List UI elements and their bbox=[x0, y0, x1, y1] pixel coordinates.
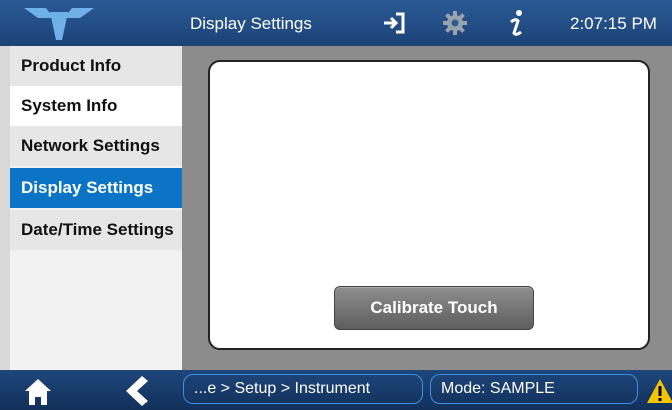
clock: 2:07:15 PM bbox=[570, 14, 657, 33]
sidebar-item-system-info[interactable]: System Info bbox=[10, 86, 182, 126]
sidebar-item-date-time-settings[interactable]: Date/Time Settings bbox=[10, 210, 182, 250]
main-content: Calibrate Touch bbox=[182, 46, 672, 370]
breadcrumb[interactable]: ...e > Setup > Instrument bbox=[183, 374, 423, 404]
left-edge bbox=[0, 46, 10, 370]
sidebar-item-product-info[interactable]: Product Info bbox=[10, 46, 182, 86]
back-icon[interactable] bbox=[126, 376, 148, 406]
mode-indicator[interactable]: Mode: SAMPLE bbox=[430, 374, 638, 404]
touch-calibration-panel: Calibrate Touch bbox=[208, 60, 650, 350]
page-title: Display Settings bbox=[190, 14, 312, 33]
sidebar: Product Info System Info Network Setting… bbox=[10, 46, 182, 370]
teledyne-logo-icon bbox=[24, 8, 94, 40]
gear-icon[interactable] bbox=[442, 10, 468, 36]
top-bar: Display Settings 2:07:15 PM bbox=[0, 0, 672, 46]
info-icon[interactable] bbox=[506, 8, 526, 38]
calibrate-touch-button[interactable]: Calibrate Touch bbox=[334, 286, 534, 330]
sidebar-item-display-settings[interactable]: Display Settings bbox=[10, 168, 182, 208]
home-icon[interactable] bbox=[24, 378, 52, 406]
warning-icon[interactable] bbox=[646, 378, 672, 404]
sidebar-item-network-settings[interactable]: Network Settings bbox=[10, 126, 182, 166]
bottom-bar: ...e > Setup > Instrument Mode: SAMPLE bbox=[0, 370, 672, 410]
exit-icon[interactable] bbox=[382, 11, 406, 35]
